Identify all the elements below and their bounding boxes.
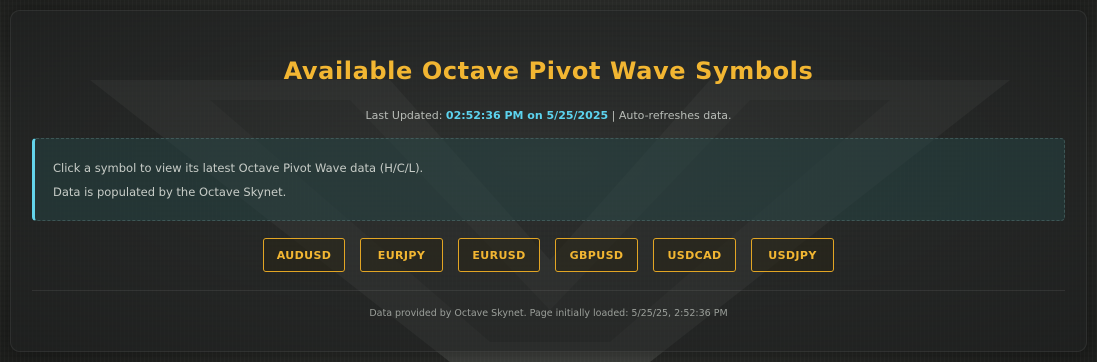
symbol-button-usdcad[interactable]: USDCAD: [653, 238, 736, 272]
last-updated-label: Last Updated:: [365, 109, 443, 122]
footer-divider: [32, 290, 1065, 291]
symbol-button-gbpusd[interactable]: GBPUSD: [555, 238, 638, 272]
symbol-button-usdjpy[interactable]: USDJPY: [751, 238, 834, 272]
last-updated-line: Last Updated: 02:52:36 PM on 5/25/2025 |…: [11, 109, 1086, 122]
footer-text: Data provided by Octave Skynet. Page ini…: [369, 308, 728, 319]
info-line-instructions: Click a symbol to view its latest Octave…: [53, 161, 424, 175]
page-title: Available Octave Pivot Wave Symbols: [283, 57, 814, 85]
info-box: Click a symbol to view its latest Octave…: [32, 138, 1065, 221]
symbol-button-eurjpy[interactable]: EURJPY: [360, 238, 443, 272]
symbols-panel: Available Octave Pivot Wave Symbols Last…: [10, 10, 1087, 352]
symbol-button-eurusd[interactable]: EURUSD: [458, 238, 540, 272]
info-line-source: Data is populated by the Octave Skynet.: [53, 185, 287, 199]
symbol-button-group: AUDUSD EURJPY EURUSD GBPUSD USDCAD USDJP…: [11, 238, 1086, 272]
symbol-button-audusd[interactable]: AUDUSD: [263, 238, 345, 272]
last-updated-timestamp: 02:52:36 PM on 5/25/2025: [445, 109, 609, 122]
auto-refresh-note: | Auto-refreshes data.: [611, 109, 732, 122]
